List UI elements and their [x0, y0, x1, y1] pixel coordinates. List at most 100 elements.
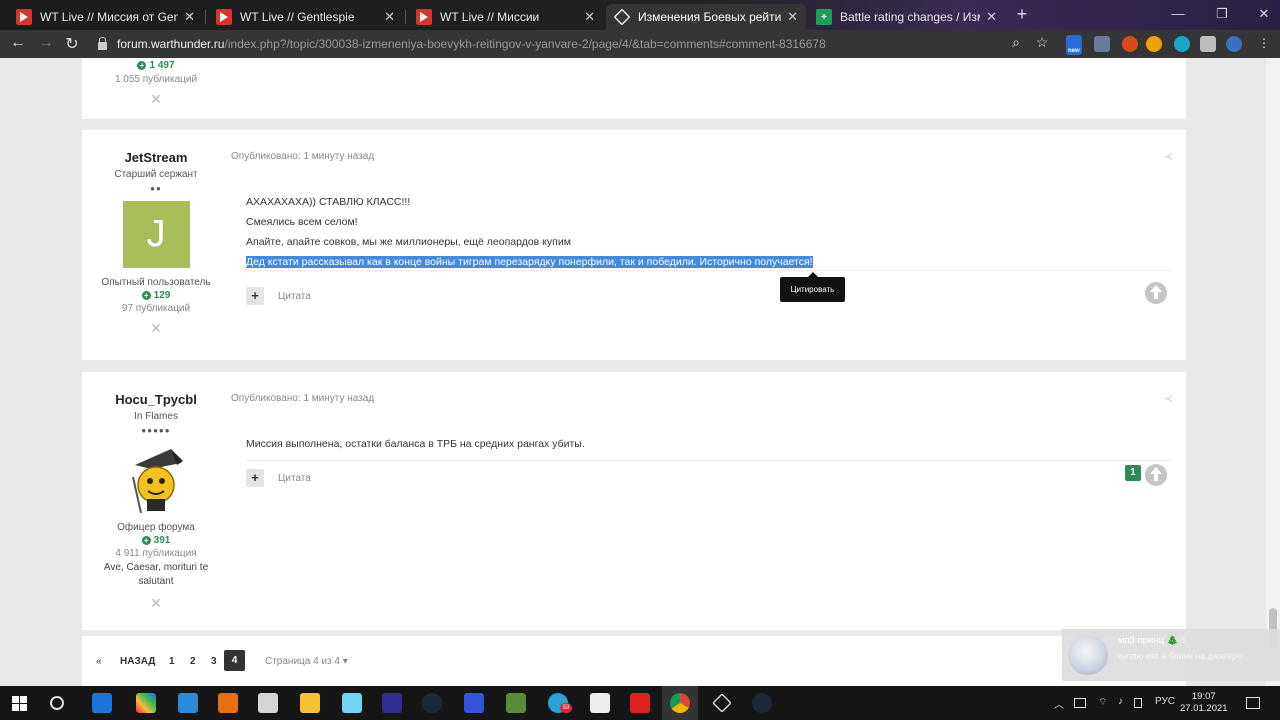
- file-explorer-icon[interactable]: [300, 693, 320, 713]
- winrar-icon[interactable]: [136, 693, 156, 713]
- profile-avatar[interactable]: [1226, 36, 1242, 52]
- address-bar[interactable]: forum.warthunder.ru/index.php?/topic/300…: [92, 32, 1057, 56]
- notepad-icon[interactable]: [342, 693, 362, 713]
- browser-tab-3[interactable]: WT Live // Миссии ✕: [408, 4, 603, 30]
- new-tab-button[interactable]: +: [1012, 5, 1032, 25]
- browser-tab-2[interactable]: WT Live // Gentlespie ✕: [208, 4, 403, 30]
- username-link[interactable]: JetStream: [82, 150, 230, 165]
- zoom-icon[interactable]: ⌕: [1006, 34, 1026, 51]
- upvote-icon[interactable]: [1145, 282, 1167, 304]
- network-icon[interactable]: [1074, 698, 1086, 708]
- notification-message: куплю как в блинк на джагере: [1118, 651, 1243, 661]
- browser-tab-1[interactable]: WT Live // Миссия от Gentlespie ✕: [8, 4, 203, 30]
- avatar[interactable]: [121, 443, 191, 514]
- browser-tab-5[interactable]: + Battle rating changes / Изменен ✕: [808, 4, 1005, 30]
- wt-icon: [16, 9, 32, 25]
- share-icon[interactable]: ≺: [1164, 150, 1173, 163]
- page-scrollbar[interactable]: [1266, 58, 1280, 686]
- extension-icon[interactable]: [1122, 36, 1138, 52]
- chrome-icon[interactable]: [670, 693, 690, 713]
- quote-link[interactable]: Цитата: [278, 473, 311, 484]
- tray-expand-icon[interactable]: ︿: [1054, 696, 1064, 711]
- battery-icon[interactable]: [1134, 698, 1142, 708]
- post-body: Миссия выполнена, остатки баланса в ТРБ …: [246, 434, 585, 454]
- app-icon[interactable]: [590, 693, 610, 713]
- post-line: Миссия выполнена, остатки баланса в ТРБ …: [246, 438, 585, 450]
- user-rank: In Flames: [134, 411, 178, 422]
- close-icon[interactable]: ✕: [986, 9, 997, 25]
- app-icon[interactable]: [630, 693, 650, 713]
- selected-text[interactable]: Дед кстати рассказывал как в конце войны…: [246, 256, 813, 268]
- back-arrow-icon[interactable]: ←: [8, 34, 28, 52]
- user-group: Офицер форума: [117, 522, 195, 533]
- close-icon[interactable]: ✕: [384, 9, 395, 25]
- dev-app-icon[interactable]: [382, 693, 402, 713]
- volume-icon[interactable]: ♪: [1118, 696, 1123, 707]
- multiquote-button[interactable]: +: [246, 287, 264, 305]
- reload-icon[interactable]: ↻: [62, 34, 82, 54]
- windows-start-icon[interactable]: [12, 696, 27, 711]
- upvote-icon[interactable]: [1145, 464, 1167, 486]
- minimize-button[interactable]: —: [1170, 6, 1186, 21]
- bookmark-star-icon[interactable]: ☆: [1032, 34, 1052, 51]
- post-timestamp: Опубликовано: 1 минуту назад: [231, 151, 375, 162]
- browser-menu-icon[interactable]: ⋮: [1254, 36, 1274, 50]
- notification-toast[interactable]: мп3 принц 🎄☃ куплю как в блинк на джагер…: [1062, 629, 1280, 681]
- warthunder-icon[interactable]: [712, 693, 732, 713]
- language-indicator[interactable]: РУС: [1155, 696, 1175, 707]
- close-icon[interactable]: ✕: [584, 9, 595, 25]
- rank-pips: ●●: [150, 184, 162, 193]
- username-link[interactable]: Hocu_Tpycbl: [82, 392, 230, 407]
- post-line: Апайте, апайте совков, мы же миллионеры,…: [246, 236, 571, 248]
- extension-icon[interactable]: [1146, 36, 1162, 52]
- extension-icon[interactable]: [1174, 36, 1190, 52]
- wizard-smiley-avatar: [132, 449, 183, 514]
- author-panel: +1 497 1 055 публикаций ✕: [82, 60, 230, 108]
- maximize-button[interactable]: ❐: [1214, 6, 1230, 22]
- close-icon[interactable]: ✕: [184, 9, 195, 25]
- forward-arrow-icon[interactable]: →: [36, 34, 56, 52]
- first-page-link[interactable]: «: [96, 656, 102, 667]
- crossed-swords-icon: ✕: [150, 320, 162, 336]
- close-icon[interactable]: ✕: [787, 9, 798, 25]
- share-icon[interactable]: ≺: [1164, 392, 1173, 405]
- quote-link[interactable]: Цитата: [278, 291, 311, 302]
- browser-tab-4-active[interactable]: Изменения Боевых рейтингов в ✕: [606, 4, 806, 30]
- wifi-icon[interactable]: ⌔: [1098, 696, 1107, 709]
- post-body: АХАХАХАХА)) СТАВЛЮ КЛАСС!!! Смеялись все…: [246, 192, 813, 272]
- recycle-icon[interactable]: [178, 693, 198, 713]
- forum-page: +1 497 1 055 публикаций ✕ JetStream Стар…: [0, 58, 1266, 686]
- page-jump-dropdown[interactable]: Страница 4 из 4 ▾: [265, 656, 348, 667]
- post-line: АХАХАХАХА)) СТАВЛЮ КЛАСС!!!: [246, 196, 411, 208]
- page-link[interactable]: 3: [211, 656, 217, 667]
- tab-label: Battle rating changes / Изменен: [840, 10, 980, 24]
- prev-page-link[interactable]: НАЗАД: [120, 656, 155, 667]
- page-link[interactable]: 1: [169, 656, 175, 667]
- minecraft-icon[interactable]: [506, 693, 526, 713]
- search-icon[interactable]: [50, 696, 64, 710]
- page-link[interactable]: 2: [190, 656, 196, 667]
- app-icon[interactable]: [258, 693, 278, 713]
- mail-icon[interactable]: [92, 693, 112, 713]
- system-clock[interactable]: 19:07 27.01.2021: [1180, 691, 1228, 715]
- post-count: 1 055 публикаций: [114, 74, 198, 85]
- close-window-button[interactable]: ✕: [1256, 6, 1272, 22]
- notification-center-icon[interactable]: [1246, 697, 1260, 709]
- sublime-text-icon[interactable]: [218, 693, 238, 713]
- extension-new-icon[interactable]: new: [1066, 35, 1082, 55]
- extension-icon[interactable]: [1094, 36, 1110, 52]
- url-path: /index.php?/topic/300038-izmeneniya-boev…: [224, 37, 826, 51]
- quote-selection-tooltip[interactable]: Цитировать: [780, 272, 845, 302]
- monitor-app-icon[interactable]: [464, 693, 484, 713]
- steam-icon[interactable]: [422, 693, 442, 713]
- post-card: JetStream Старший сержант ●● J Опытный п…: [82, 130, 1186, 360]
- avatar[interactable]: J: [122, 201, 190, 268]
- extensions-puzzle-icon[interactable]: [1200, 36, 1216, 52]
- steam-icon[interactable]: [752, 693, 772, 713]
- reputation: +1 497: [82, 60, 230, 71]
- reputation: +129: [82, 290, 230, 301]
- clock-date: 27.01.2021: [1180, 703, 1228, 714]
- extension-badge: new: [1068, 48, 1080, 54]
- plus-circle-icon: +: [141, 291, 151, 300]
- multiquote-button[interactable]: +: [246, 469, 264, 487]
